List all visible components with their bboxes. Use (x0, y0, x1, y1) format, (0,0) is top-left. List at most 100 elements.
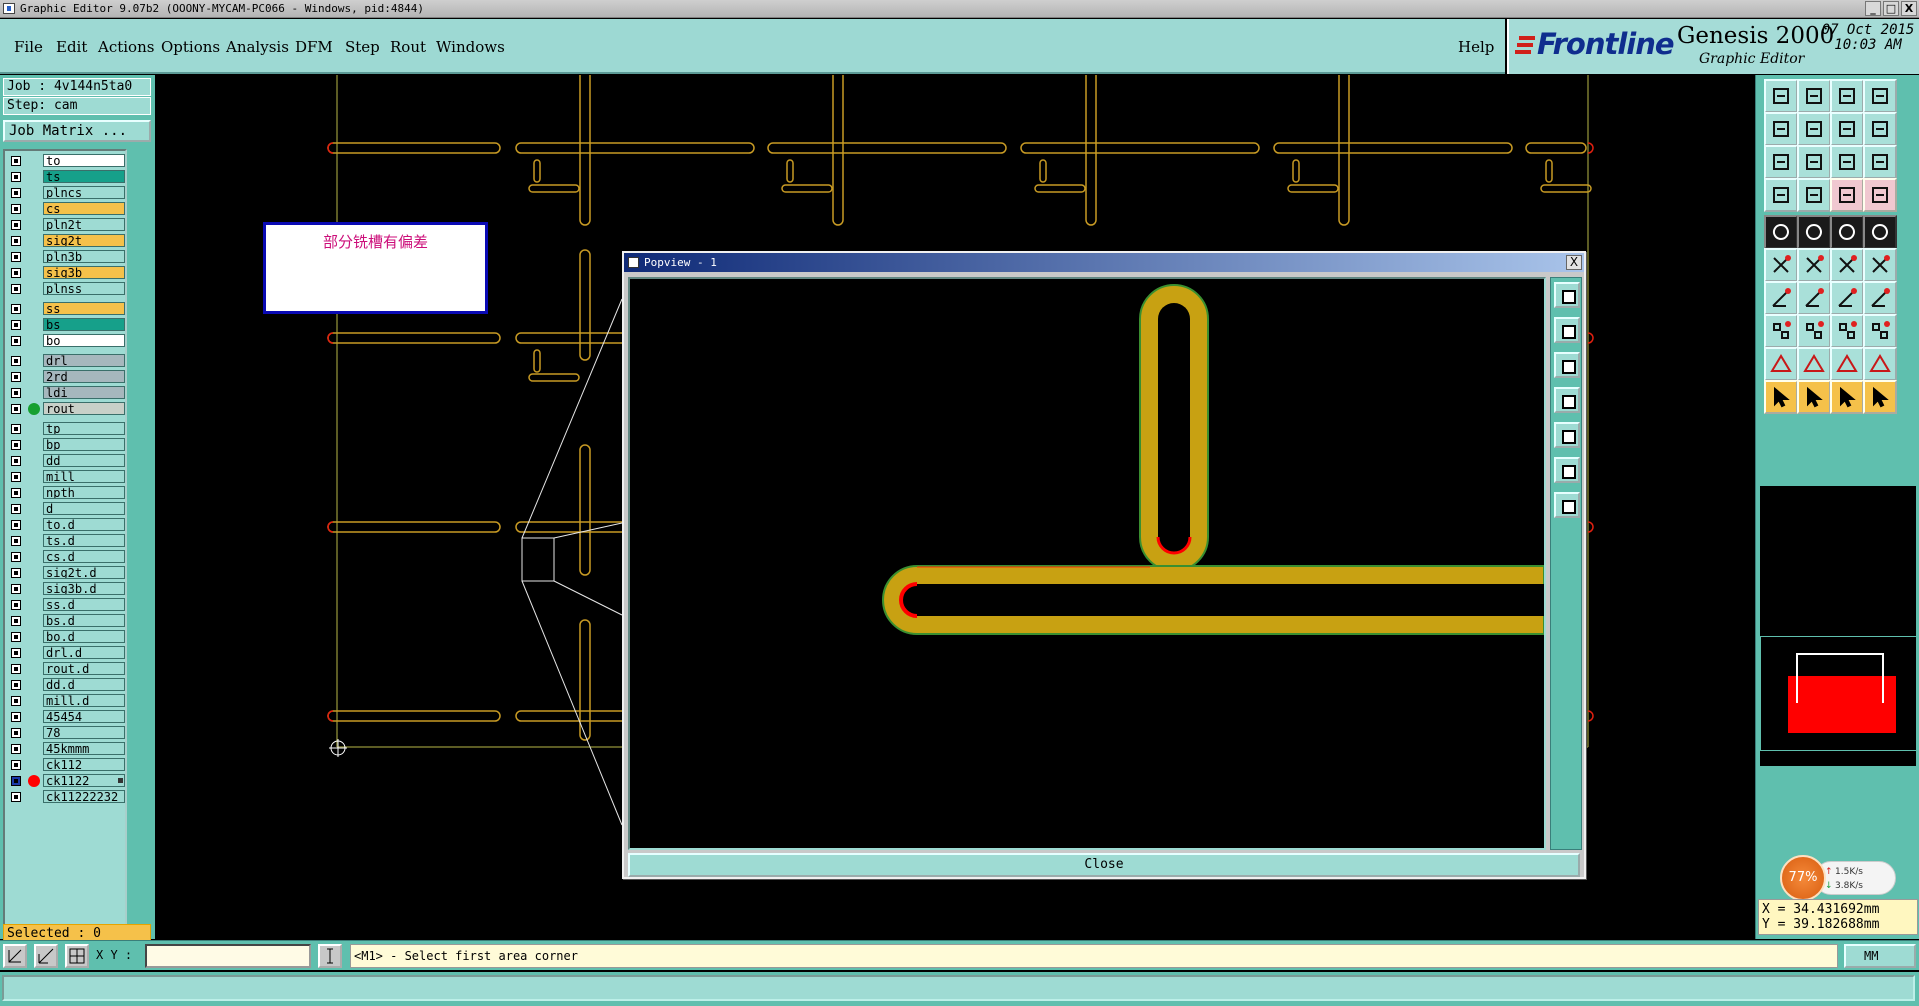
measure-tool-button[interactable] (34, 944, 58, 968)
layer-row-plnss[interactable]: plnss (7, 282, 127, 295)
layer-name[interactable]: cs.d (43, 550, 125, 563)
layer-name[interactable]: npth (43, 486, 125, 499)
select-arrow-button[interactable] (1764, 380, 1798, 414)
layer-name[interactable]: sig3b (43, 266, 125, 279)
layer-checkbox[interactable] (11, 172, 21, 182)
layer-row-mill[interactable]: mill (7, 470, 127, 483)
zoom-fit-button[interactable] (1764, 145, 1798, 179)
layer-row-bs.d[interactable]: bs.d (7, 614, 127, 627)
layer-name[interactable]: tp (43, 422, 125, 435)
layer-name[interactable]: bp (43, 438, 125, 451)
layer-row-sig2t.d[interactable]: sig2t.d (7, 566, 127, 579)
layer-row-sig3b.d[interactable]: sig3b.d (7, 582, 127, 595)
pan-right-button[interactable] (1797, 112, 1831, 146)
layer-row-tp[interactable]: tp (7, 422, 127, 435)
line-add-b-button[interactable] (1863, 248, 1897, 282)
layer-checkbox[interactable] (11, 440, 21, 450)
input-mode-button[interactable] (318, 944, 342, 968)
slash-line-button[interactable] (1797, 281, 1831, 315)
redraw-button[interactable] (1863, 112, 1897, 146)
menu-windows[interactable]: Windows (436, 38, 505, 56)
layer-name[interactable]: to (43, 154, 125, 167)
layer-name[interactable]: ldi (43, 386, 125, 399)
layer-checkbox[interactable] (11, 536, 21, 546)
line-mid-button[interactable] (1797, 314, 1831, 348)
layer-name[interactable]: dd.d (43, 678, 125, 691)
layer-checkbox[interactable] (11, 336, 21, 346)
layer-row-2rd[interactable]: 2rd (7, 370, 127, 383)
layer-checkbox[interactable] (11, 404, 21, 414)
arc-button[interactable] (1830, 281, 1864, 315)
menu-options[interactable]: Options (161, 38, 220, 56)
job-matrix-button[interactable]: Job Matrix ... (3, 120, 151, 142)
layer-name[interactable]: sig2t.d (43, 566, 125, 579)
layer-checkbox[interactable] (11, 488, 21, 498)
zoom-back-button[interactable] (1830, 112, 1864, 146)
menu-actions[interactable]: Actions (98, 38, 154, 56)
layer-checkbox[interactable] (11, 284, 21, 294)
angle-button[interactable] (1764, 281, 1798, 315)
snap-point-button[interactable] (1764, 215, 1798, 249)
layer-checkbox[interactable] (11, 252, 21, 262)
layer-checkbox[interactable] (11, 776, 21, 786)
layer-checkbox[interactable] (11, 520, 21, 530)
layer-row-ck1122[interactable]: ck1122 (7, 774, 127, 787)
popview-close-button[interactable]: Close (628, 853, 1580, 877)
popview-tool-7-button[interactable] (1554, 492, 1580, 518)
layer-checkbox[interactable] (11, 632, 21, 642)
popview-tool-3-button[interactable] (1554, 352, 1580, 378)
layer-checkbox[interactable] (11, 680, 21, 690)
layer-checkbox[interactable] (11, 388, 21, 398)
query-button[interactable] (1863, 145, 1897, 179)
net-tree-button[interactable] (1863, 380, 1897, 414)
layer-name[interactable]: sig2t (43, 234, 125, 247)
layer-row-rout.d[interactable]: rout.d (7, 662, 127, 675)
layer-checkbox[interactable] (11, 664, 21, 674)
point-select-button[interactable] (1764, 314, 1798, 348)
layer-row-cs[interactable]: cs (7, 202, 127, 215)
home-button[interactable] (1830, 79, 1864, 113)
save-job-button[interactable] (1797, 79, 1831, 113)
layer-checkbox[interactable] (11, 696, 21, 706)
layer-row-ss.d[interactable]: ss.d (7, 598, 127, 611)
triangle-2-button[interactable] (1797, 347, 1831, 381)
layer-row-bo[interactable]: bo (7, 334, 127, 347)
open-job-button[interactable] (1764, 79, 1798, 113)
layer-name[interactable]: plnss (43, 282, 125, 295)
layer-checkbox[interactable] (11, 424, 21, 434)
copy-shape-button[interactable] (1863, 314, 1897, 348)
layout-button[interactable] (1863, 79, 1897, 113)
layer-name[interactable]: ck1122 (43, 774, 125, 787)
popview-tool-1-button[interactable] (1554, 282, 1580, 308)
layer-row-bp[interactable]: bp (7, 438, 127, 451)
select-arrow-c-button[interactable] (1830, 380, 1864, 414)
edit-tool-button[interactable] (1764, 178, 1798, 212)
minimize-button[interactable]: _ (1865, 1, 1881, 16)
layer-name[interactable]: ck11222232 (43, 790, 125, 803)
layer-name[interactable]: mill (43, 470, 125, 483)
layer-name[interactable]: pln2t (43, 218, 125, 231)
layer-row-ck112[interactable]: ck112 (7, 758, 127, 771)
layer-name[interactable]: rout (43, 402, 125, 415)
layer-name[interactable]: bo (43, 334, 125, 347)
layer-row-78[interactable]: 78 (7, 726, 127, 739)
layer-checkbox[interactable] (11, 304, 21, 314)
layer-row-ss[interactable]: ss (7, 302, 127, 315)
layer-row-rout[interactable]: rout (7, 402, 127, 415)
layer-checkbox[interactable] (11, 504, 21, 514)
layer-checkbox[interactable] (11, 616, 21, 626)
layer-name[interactable]: ck112 (43, 758, 125, 771)
layer-name[interactable]: ts.d (43, 534, 125, 547)
menu-dfm[interactable]: DFM (295, 38, 333, 56)
layer-row-to[interactable]: to (7, 154, 127, 167)
layer-checkbox[interactable] (11, 600, 21, 610)
cross-x-button[interactable] (1797, 248, 1831, 282)
layer-checkbox[interactable] (11, 188, 21, 198)
scale-1-2-button[interactable] (1830, 145, 1864, 179)
layer-name[interactable]: 45kmmm (43, 742, 125, 755)
layer-name[interactable]: drl.d (43, 646, 125, 659)
layer-checkbox[interactable] (11, 204, 21, 214)
layer-row-drl.d[interactable]: drl.d (7, 646, 127, 659)
menu-rout[interactable]: Rout (390, 38, 426, 56)
pan-left-button[interactable] (1764, 112, 1798, 146)
